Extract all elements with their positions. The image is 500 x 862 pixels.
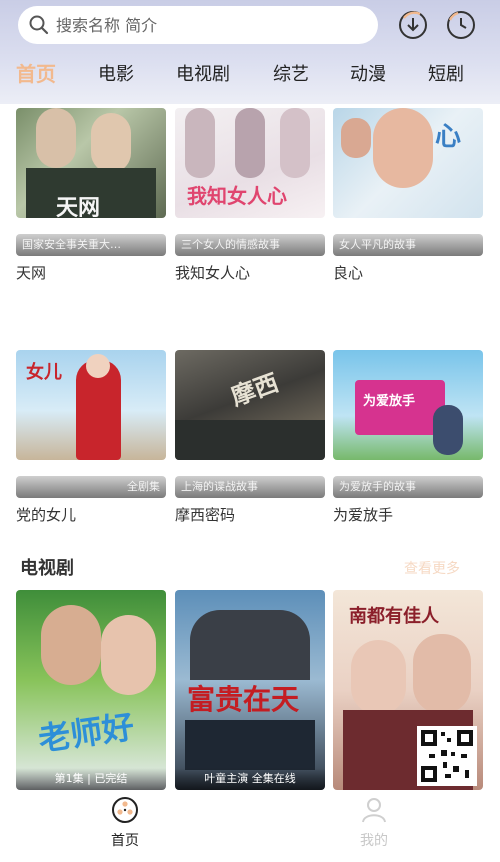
search-bar[interactable] (18, 6, 378, 44)
nav-home-label: 首页 (111, 833, 139, 849)
poster-caption: 全剧集 (16, 476, 166, 498)
category-tabs: 首页 电影 电视剧 综艺 动漫 短剧 (0, 52, 500, 96)
qr-code-icon (417, 726, 477, 786)
media-card[interactable]: 天网 国家安全事关重大… 天网 (16, 108, 166, 283)
poster-image[interactable]: 摩西 (175, 350, 325, 460)
poster-caption: 上海的谍战故事 (175, 476, 325, 498)
top-header: 首页 电影 电视剧 综艺 动漫 短剧 (0, 0, 500, 104)
poster-caption: 女人平凡的故事 (333, 234, 483, 256)
nav-home[interactable]: 首页 (85, 796, 165, 850)
nav-profile[interactable]: 我的 (334, 796, 414, 850)
bottom-navigation: 首页 我的 (0, 790, 500, 862)
poster-caption: 叶童主演 全集在线 (175, 768, 325, 790)
history-icon[interactable] (446, 10, 476, 40)
tv-poster-card[interactable]: 富贵在天 叶童主演 全集在线 (175, 590, 325, 790)
media-card[interactable]: 摩西 上海的谍战故事 摩西密码 (175, 350, 325, 525)
film-reel-icon (112, 797, 138, 823)
media-title: 为爱放手 (333, 506, 394, 524)
tv-poster-card[interactable]: 老师好 第1集 | 已完结 (16, 590, 166, 790)
poster-title-text: 富贵在天 (187, 683, 300, 716)
section-title: 电视剧 (20, 558, 74, 579)
poster-caption: 国家安全事关重大… (16, 234, 166, 256)
tab-movies[interactable]: 电影 (98, 60, 134, 86)
poster-image[interactable]: 天网 (16, 108, 166, 218)
poster-image[interactable]: 为爱放手 (333, 350, 483, 460)
media-card[interactable]: 女儿 全剧集 党的女儿 (16, 350, 166, 525)
download-icon[interactable] (398, 10, 428, 40)
poster-caption: 第1集 | 已完结 (16, 768, 166, 790)
user-icon (362, 798, 386, 823)
media-card[interactable]: 为爱放手 为爱放手的故事 为爱放手 (333, 350, 483, 525)
poster-caption: 为爱放手的故事 (333, 476, 483, 498)
view-more-link[interactable]: 查看更多 (404, 558, 460, 578)
media-title: 我知女人心 (175, 264, 251, 282)
media-title: 天网 (16, 264, 47, 282)
poster-title-text: 南都有佳人 (349, 606, 439, 627)
media-card[interactable]: 心 女人平凡的故事 良心 (333, 108, 483, 283)
tab-anime[interactable]: 动漫 (350, 60, 386, 86)
tab-home[interactable]: 首页 (16, 58, 56, 87)
poster-caption: 三个女人的情感故事 (175, 234, 325, 256)
poster-image[interactable]: 我知女人心 (175, 108, 325, 218)
poster-image[interactable]: 心 (333, 108, 483, 218)
poster-image[interactable]: 女儿 (16, 350, 166, 460)
tab-short-drama[interactable]: 短剧 (428, 60, 464, 86)
tv-poster-card[interactable]: 南都有佳人 (333, 590, 483, 790)
media-title: 良心 (333, 264, 364, 282)
media-card[interactable]: 我知女人心 三个女人的情感故事 我知女人心 (175, 108, 325, 283)
content-feed: 天网 国家安全事关重大… 天网 我知女人心 三个女人的情感故事 我知女人心 心 … (0, 104, 500, 790)
tab-variety[interactable]: 综艺 (273, 60, 309, 86)
media-title: 摩西密码 (175, 506, 236, 524)
search-input[interactable] (54, 14, 358, 36)
tab-tv-series[interactable]: 电视剧 (176, 60, 230, 86)
search-icon (29, 15, 49, 35)
media-title: 党的女儿 (16, 506, 77, 524)
nav-profile-label: 我的 (360, 833, 388, 849)
